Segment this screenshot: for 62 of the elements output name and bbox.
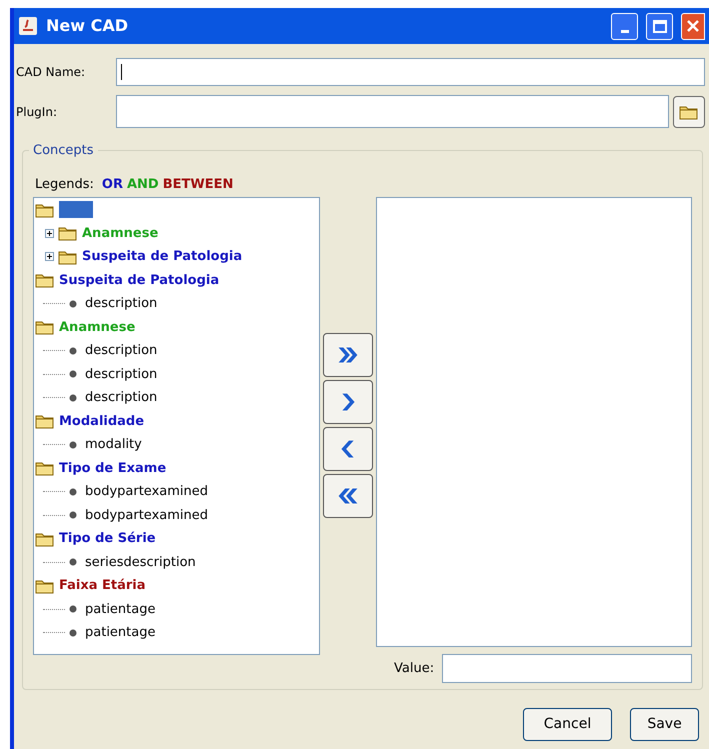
expand-toggle[interactable] (45, 252, 54, 262)
folder-icon (679, 104, 699, 120)
folder-icon (35, 460, 55, 476)
folder-node[interactable]: Tipo de Exame (59, 458, 166, 478)
field-node[interactable]: seriesdescription (85, 552, 196, 572)
window-title: New CAD (46, 15, 129, 37)
legend-label: Legends: (35, 176, 94, 194)
expand-toggle[interactable] (45, 228, 54, 238)
field-node[interactable]: bodypartexamined (85, 506, 208, 525)
close-icon (686, 19, 700, 33)
browse-button[interactable] (673, 96, 705, 128)
text-field[interactable] (116, 95, 669, 128)
move-button[interactable] (323, 474, 373, 518)
dialog-button[interactable]: Cancel (523, 708, 612, 741)
minimize-button[interactable] (611, 12, 638, 40)
bullet-icon (69, 558, 77, 566)
folder-icon (35, 578, 55, 594)
folder-icon (35, 319, 55, 336)
bullet-icon (69, 300, 77, 308)
folder-icon (58, 225, 78, 242)
field-node[interactable]: description (85, 294, 158, 314)
field-node[interactable]: modality (85, 435, 142, 454)
folder-icon (58, 248, 78, 265)
selected-node-highlight[interactable] (59, 201, 93, 218)
field-node[interactable]: description (85, 341, 158, 360)
field-node[interactable]: patientage (85, 600, 156, 619)
dialog-button[interactable]: Save (630, 708, 699, 741)
folder-icon (35, 272, 55, 288)
folder-icon (35, 202, 55, 218)
legend-item: AND (126, 176, 159, 194)
text-field[interactable] (116, 58, 705, 86)
field-node[interactable]: description (85, 364, 158, 384)
folder-node[interactable]: Suspeita de Patologia (82, 247, 242, 266)
bullet-icon (69, 346, 77, 355)
bullet-icon (69, 605, 77, 614)
bullet-icon (69, 488, 77, 496)
folder-node[interactable]: Suspeita de Patologia (59, 270, 220, 290)
legend-item: BETWEEN (162, 176, 234, 194)
folder-node[interactable]: Faixa Etária (59, 576, 146, 596)
maximize-button[interactable] (646, 12, 673, 40)
field-node[interactable]: bodypartexamined (85, 482, 208, 502)
bullet-icon (69, 511, 77, 520)
value-label: Value: (394, 660, 434, 678)
bullet-icon (69, 440, 77, 449)
move-button[interactable] (323, 380, 373, 424)
folder-node[interactable]: Tipo de Série (59, 529, 156, 548)
bullet-icon (69, 370, 77, 378)
close-button[interactable] (681, 12, 705, 40)
folder-icon (35, 413, 55, 430)
bullet-icon (69, 628, 77, 637)
bullet-icon (69, 394, 77, 402)
value-field[interactable] (442, 654, 692, 683)
move-button[interactable] (323, 333, 373, 377)
field-label: PlugIn: (15, 104, 58, 120)
move-button[interactable] (323, 427, 373, 471)
folder-icon (35, 530, 55, 547)
field-node[interactable]: description (85, 388, 158, 408)
field-node[interactable]: patientage (85, 623, 156, 642)
field-label: CAD Name: (15, 64, 86, 81)
folder-node[interactable]: Modalidade (59, 412, 144, 431)
legend-item: OR (102, 176, 123, 194)
app-icon (18, 16, 38, 36)
